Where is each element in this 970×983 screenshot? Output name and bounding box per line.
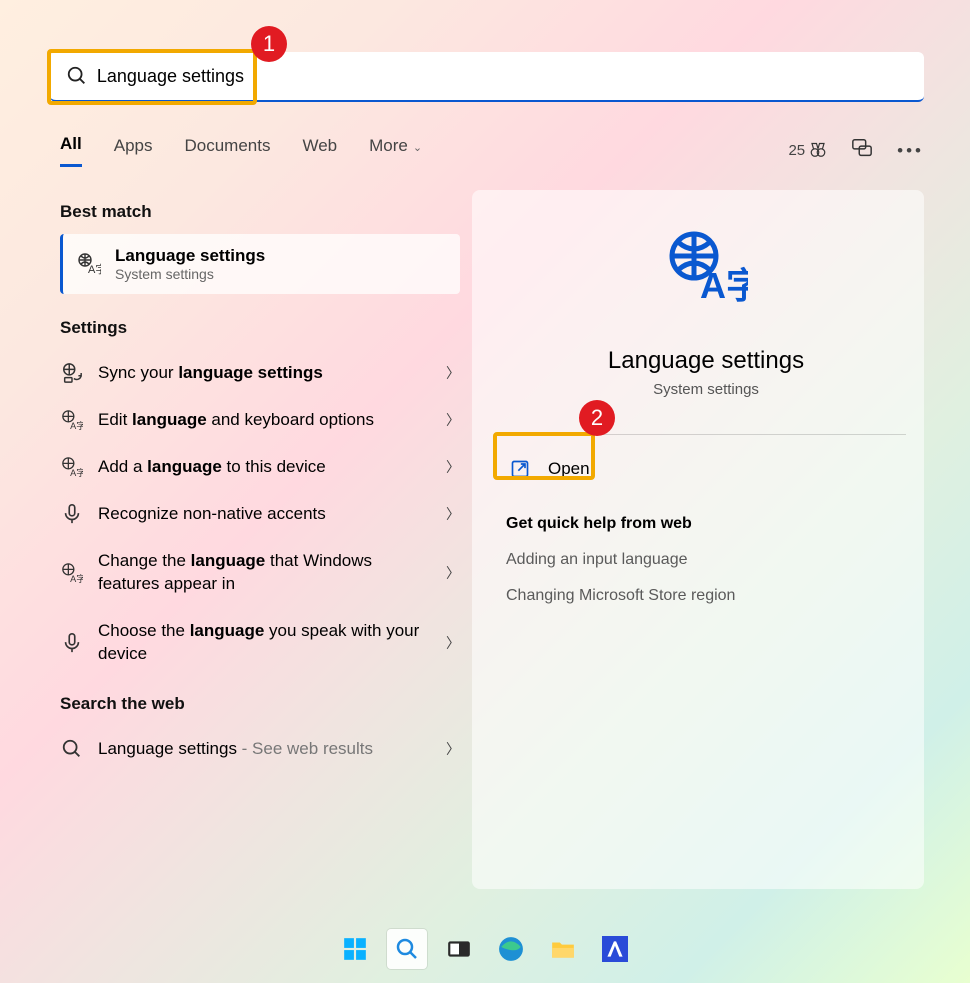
globe-lang-icon: A字 [60, 562, 84, 584]
mic-icon [60, 503, 84, 525]
svg-text:A字: A字 [88, 262, 101, 276]
chevron-right-icon: 〉 [446, 363, 460, 383]
sync-icon [60, 362, 84, 384]
tab-more[interactable]: More ⌄ [369, 136, 422, 166]
preview-pane: A字 Language settings System settings Ope… [472, 190, 924, 889]
settings-result[interactable]: A字 Add a language to this device 〉 [60, 444, 460, 491]
tab-all[interactable]: All [60, 134, 82, 167]
mic-icon [60, 632, 84, 654]
filter-tabs: All Apps Documents Web More ⌄ 25 ••• [60, 134, 924, 167]
globe-lang-icon: A字 [60, 409, 84, 431]
chat-icon[interactable] [851, 137, 873, 164]
tab-apps[interactable]: Apps [114, 136, 153, 166]
best-match-title: Language settings [115, 246, 265, 266]
annotation-badge-2: 2 [579, 400, 615, 436]
best-match-subtitle: System settings [115, 266, 265, 282]
taskbar-edge[interactable] [491, 929, 531, 969]
chevron-right-icon: 〉 [446, 504, 460, 524]
help-link-store-region[interactable]: Changing Microsoft Store region [506, 587, 906, 605]
quick-help-heading: Get quick help from web [506, 515, 906, 533]
search-panel: 1 All Apps Documents Web More ⌄ 25 ••• B… [14, 12, 956, 915]
chevron-down-icon: ⌄ [410, 142, 422, 154]
search-input[interactable] [97, 66, 924, 87]
divider [506, 434, 906, 435]
chevron-right-icon: 〉 [446, 563, 460, 583]
settings-result[interactable]: Choose the language you speak with your … [60, 608, 460, 678]
taskbar-start[interactable] [335, 929, 375, 969]
taskbar-search[interactable] [387, 929, 427, 969]
settings-heading: Settings [60, 318, 460, 338]
search-box[interactable] [50, 52, 924, 102]
svg-text:A字: A字 [70, 421, 83, 432]
svg-text:A字: A字 [70, 573, 83, 584]
taskbar-app[interactable] [595, 929, 635, 969]
chevron-right-icon: 〉 [446, 457, 460, 477]
svg-text:A字: A字 [70, 468, 83, 479]
annotation-badge-1: 1 [251, 26, 287, 62]
language-icon-large: A字 [506, 230, 906, 319]
more-options-button[interactable]: ••• [897, 141, 924, 161]
preview-title: Language settings [506, 347, 906, 375]
open-button[interactable]: Open [506, 451, 906, 487]
help-link-input-language[interactable]: Adding an input language [506, 551, 906, 569]
best-match-result[interactable]: A字 Language settings System settings [60, 234, 460, 294]
chevron-right-icon: 〉 [446, 410, 460, 430]
rewards-points[interactable]: 25 [788, 142, 827, 160]
taskbar [0, 925, 970, 973]
taskbar-taskview[interactable] [439, 929, 479, 969]
settings-result-text: Choose the language you speak with your … [98, 620, 432, 666]
language-icon: A字 [77, 252, 101, 276]
svg-text:A字: A字 [700, 265, 748, 306]
medal-icon [809, 142, 827, 160]
settings-result-text: Add a language to this device [98, 456, 432, 479]
settings-result[interactable]: A字 Edit language and keyboard options 〉 [60, 397, 460, 444]
taskbar-explorer[interactable] [543, 929, 583, 969]
settings-result-text: Sync your language settings [98, 362, 432, 385]
best-match-heading: Best match [60, 202, 460, 222]
chevron-right-icon: 〉 [446, 633, 460, 653]
open-external-icon [510, 459, 530, 479]
settings-result[interactable]: A字 Change the language that Windows featu… [60, 538, 460, 608]
settings-result[interactable]: Recognize non-native accents 〉 [60, 491, 460, 538]
search-icon [60, 738, 84, 760]
search-icon [66, 65, 88, 87]
results-column: Best match A字 Language settings System s… [60, 202, 460, 772]
tab-web[interactable]: Web [302, 136, 337, 166]
tab-documents[interactable]: Documents [184, 136, 270, 166]
search-web-heading: Search the web [60, 694, 460, 714]
chevron-right-icon: 〉 [446, 739, 460, 759]
settings-result-text: Change the language that Windows feature… [98, 550, 432, 596]
settings-result[interactable]: Sync your language settings 〉 [60, 350, 460, 397]
web-result[interactable]: Language settings - See web results 〉 [60, 726, 460, 773]
settings-result-text: Edit language and keyboard options [98, 409, 432, 432]
settings-result-text: Recognize non-native accents [98, 503, 432, 526]
preview-subtitle: System settings [506, 381, 906, 398]
globe-lang-icon: A字 [60, 456, 84, 478]
